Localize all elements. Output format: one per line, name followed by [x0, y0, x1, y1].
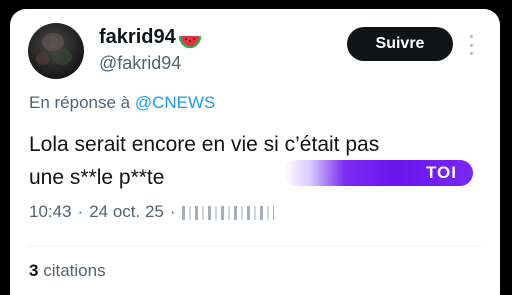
overlay-banner-text: TOI [425, 163, 457, 182]
tweet-metadata: 10:43 · 24 oct. 25 · [29, 202, 274, 222]
reply-prefix: En réponse à [29, 93, 135, 112]
meta-separator: · [77, 202, 84, 221]
avatar-detail [52, 49, 72, 65]
quotes-label: citations [43, 261, 106, 280]
watermelon-icon [178, 32, 201, 48]
meta-separator: · [169, 202, 176, 221]
avatar-detail [36, 53, 50, 65]
reply-mention-link[interactable]: @CNEWS [135, 93, 216, 112]
tweet-time[interactable]: 10:43 [29, 202, 72, 222]
author-handle[interactable]: @fakrid94 [99, 53, 181, 74]
quotes-count: 3 [29, 261, 39, 280]
tweet-date[interactable]: 24 oct. 25 [89, 202, 164, 222]
more-dot [469, 52, 473, 55]
author-name-text: fakrid94 [99, 26, 176, 48]
more-dot [469, 43, 473, 47]
more-vertical-icon[interactable] [469, 35, 473, 55]
reply-context: En réponse à @CNEWS [29, 93, 215, 113]
quotes-link[interactable]: 3 citations [29, 261, 106, 281]
divider [29, 246, 481, 247]
tweet-card: fakrid94 @fakrid94 Suivre En réponse à @… [10, 9, 500, 295]
overlay-banner: TOI [284, 160, 473, 186]
views-count-obscured [181, 206, 274, 220]
follow-button[interactable]: Suivre [347, 27, 453, 61]
more-dot [469, 35, 473, 38]
tweet-text-line: Lola serait encore en vie si c’était pas [29, 133, 380, 156]
avatar[interactable] [28, 23, 84, 79]
author-display-name[interactable]: fakrid94 [99, 26, 201, 49]
